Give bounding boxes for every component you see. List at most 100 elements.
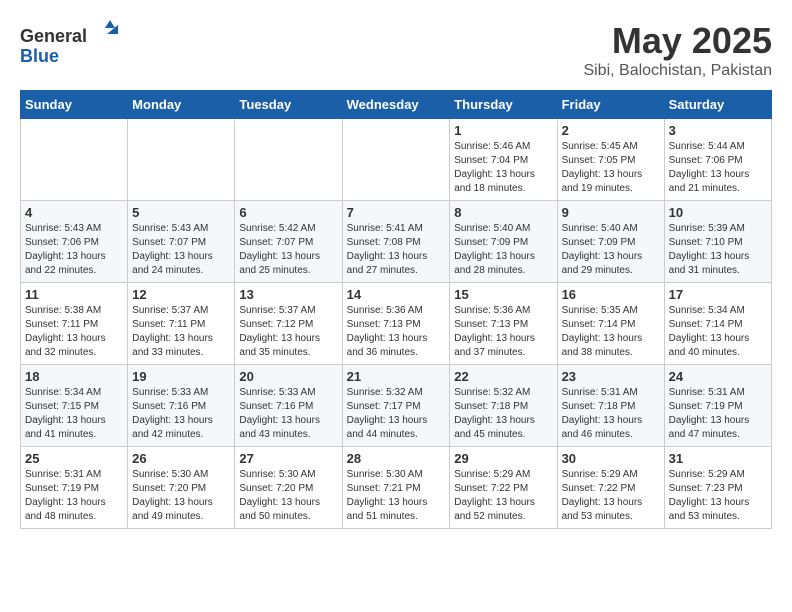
day-number: 5 <box>132 205 230 220</box>
day-number: 20 <box>239 369 337 384</box>
day-number: 23 <box>562 369 660 384</box>
calendar-cell: 14 Sunrise: 5:36 AM Sunset: 7:13 PM Dayli… <box>342 283 450 365</box>
day-info: Sunrise: 5:40 AM Sunset: 7:09 PM Dayligh… <box>562 222 660 278</box>
calendar-cell <box>128 119 235 201</box>
calendar-cell: 26 Sunrise: 5:30 AM Sunset: 7:20 PM Dayli… <box>128 447 235 529</box>
day-info: Sunrise: 5:37 AM Sunset: 7:12 PM Dayligh… <box>239 304 337 360</box>
day-number: 11 <box>25 287 123 302</box>
calendar-cell: 5Sunrise: 5:43 AM Sunset: 7:07 PM Daylig… <box>128 201 235 283</box>
logo-text: General Blue <box>20 20 140 75</box>
calendar-cell: 15 Sunrise: 5:36 AM Sunset: 7:13 PM Dayli… <box>450 283 557 365</box>
day-info: Sunrise: 5:45 AM Sunset: 7:05 PM Dayligh… <box>562 140 660 196</box>
day-info: Sunrise: 5:38 AM Sunset: 7:11 PM Dayligh… <box>25 304 123 360</box>
calendar-table: SundayMondayTuesdayWednesdayThursdayFrid… <box>20 90 772 529</box>
calendar-cell: 31 Sunrise: 5:29 AM Sunset: 7:23 PM Dayli… <box>664 447 771 529</box>
day-number: 30 <box>562 451 660 466</box>
week-row-5: 25 Sunrise: 5:31 AM Sunset: 7:19 PM Dayli… <box>21 447 772 529</box>
day-info: Sunrise: 5:32 AM Sunset: 7:18 PM Dayligh… <box>454 386 552 442</box>
day-info: Sunrise: 5:44 AM Sunset: 7:06 PM Dayligh… <box>669 140 767 196</box>
calendar-cell: 13 Sunrise: 5:37 AM Sunset: 7:12 PM Dayli… <box>235 283 342 365</box>
day-info: Sunrise: 5:29 AM Sunset: 7:22 PM Dayligh… <box>454 468 552 524</box>
calendar-cell: 19Sunrise: 5:33 AM Sunset: 7:16 PM Dayli… <box>128 365 235 447</box>
week-row-2: 4 Sunrise: 5:43 AM Sunset: 7:06 PM Daylig… <box>21 201 772 283</box>
day-info: Sunrise: 5:40 AM Sunset: 7:09 PM Dayligh… <box>454 222 552 278</box>
day-info: Sunrise: 5:42 AM Sunset: 7:07 PM Dayligh… <box>239 222 337 278</box>
day-info: Sunrise: 5:29 AM Sunset: 7:23 PM Dayligh… <box>669 468 767 524</box>
day-info: Sunrise: 5:30 AM Sunset: 7:20 PM Dayligh… <box>132 468 230 524</box>
day-info: Sunrise: 5:31 AM Sunset: 7:19 PM Dayligh… <box>25 468 123 524</box>
day-number: 15 <box>454 287 552 302</box>
day-info: Sunrise: 5:33 AM Sunset: 7:16 PM Dayligh… <box>132 386 230 442</box>
location-subtitle: Sibi, Balochistan, Pakistan <box>583 62 772 80</box>
day-number: 14 <box>347 287 446 302</box>
day-info: Sunrise: 5:29 AM Sunset: 7:22 PM Dayligh… <box>562 468 660 524</box>
day-info: Sunrise: 5:30 AM Sunset: 7:20 PM Dayligh… <box>239 468 337 524</box>
day-info: Sunrise: 5:41 AM Sunset: 7:08 PM Dayligh… <box>347 222 446 278</box>
weekday-header-tuesday: Tuesday <box>235 91 342 119</box>
day-info: Sunrise: 5:46 AM Sunset: 7:04 PM Dayligh… <box>454 140 552 196</box>
day-number: 7 <box>347 205 446 220</box>
calendar-cell: 9 Sunrise: 5:40 AM Sunset: 7:09 PM Daylig… <box>557 201 664 283</box>
day-number: 22 <box>454 369 552 384</box>
calendar-cell: 3 Sunrise: 5:44 AM Sunset: 7:06 PM Daylig… <box>664 119 771 201</box>
calendar-cell: 21Sunrise: 5:32 AM Sunset: 7:17 PM Dayli… <box>342 365 450 447</box>
day-number: 8 <box>454 205 552 220</box>
day-info: Sunrise: 5:39 AM Sunset: 7:10 PM Dayligh… <box>669 222 767 278</box>
calendar-cell: 30 Sunrise: 5:29 AM Sunset: 7:22 PM Dayli… <box>557 447 664 529</box>
month-title: May 2025 <box>583 20 772 62</box>
weekday-header-monday: Monday <box>128 91 235 119</box>
calendar-cell: 25 Sunrise: 5:31 AM Sunset: 7:19 PM Dayli… <box>21 447 128 529</box>
svg-text:Blue: Blue <box>20 46 59 66</box>
calendar-cell: 27 Sunrise: 5:30 AM Sunset: 7:20 PM Dayli… <box>235 447 342 529</box>
day-info: Sunrise: 5:30 AM Sunset: 7:21 PM Dayligh… <box>347 468 446 524</box>
day-info: Sunrise: 5:31 AM Sunset: 7:18 PM Dayligh… <box>562 386 660 442</box>
calendar-cell: 8 Sunrise: 5:40 AM Sunset: 7:09 PM Daylig… <box>450 201 557 283</box>
week-row-4: 18 Sunrise: 5:34 AM Sunset: 7:15 PM Dayli… <box>21 365 772 447</box>
weekday-header-saturday: Saturday <box>664 91 771 119</box>
calendar-cell: 7 Sunrise: 5:41 AM Sunset: 7:08 PM Daylig… <box>342 201 450 283</box>
svg-text:General: General <box>20 26 87 46</box>
day-info: Sunrise: 5:36 AM Sunset: 7:13 PM Dayligh… <box>347 304 446 360</box>
day-number: 16 <box>562 287 660 302</box>
day-number: 28 <box>347 451 446 466</box>
day-info: Sunrise: 5:31 AM Sunset: 7:19 PM Dayligh… <box>669 386 767 442</box>
calendar-cell: 4 Sunrise: 5:43 AM Sunset: 7:06 PM Daylig… <box>21 201 128 283</box>
day-number: 6 <box>239 205 337 220</box>
day-info: Sunrise: 5:34 AM Sunset: 7:14 PM Dayligh… <box>669 304 767 360</box>
day-info: Sunrise: 5:32 AM Sunset: 7:17 PM Dayligh… <box>347 386 446 442</box>
day-number: 24 <box>669 369 767 384</box>
calendar-cell: 29Sunrise: 5:29 AM Sunset: 7:22 PM Dayli… <box>450 447 557 529</box>
day-number: 2 <box>562 123 660 138</box>
day-info: Sunrise: 5:36 AM Sunset: 7:13 PM Dayligh… <box>454 304 552 360</box>
day-number: 3 <box>669 123 767 138</box>
week-row-1: 1Sunrise: 5:46 AM Sunset: 7:04 PM Daylig… <box>21 119 772 201</box>
week-row-3: 11 Sunrise: 5:38 AM Sunset: 7:11 PM Dayli… <box>21 283 772 365</box>
day-info: Sunrise: 5:43 AM Sunset: 7:06 PM Dayligh… <box>25 222 123 278</box>
calendar-cell: 12Sunrise: 5:37 AM Sunset: 7:11 PM Dayli… <box>128 283 235 365</box>
calendar-cell: 20 Sunrise: 5:33 AM Sunset: 7:16 PM Dayli… <box>235 365 342 447</box>
day-number: 4 <box>25 205 123 220</box>
calendar-cell: 17Sunrise: 5:34 AM Sunset: 7:14 PM Dayli… <box>664 283 771 365</box>
day-number: 26 <box>132 451 230 466</box>
header: General Blue May 2025 Sibi, Balochistan,… <box>20 20 772 80</box>
day-number: 9 <box>562 205 660 220</box>
day-number: 13 <box>239 287 337 302</box>
calendar-cell: 16 Sunrise: 5:35 AM Sunset: 7:14 PM Dayli… <box>557 283 664 365</box>
day-number: 27 <box>239 451 337 466</box>
weekday-header-row: SundayMondayTuesdayWednesdayThursdayFrid… <box>21 91 772 119</box>
weekday-header-wednesday: Wednesday <box>342 91 450 119</box>
calendar-cell: 28 Sunrise: 5:30 AM Sunset: 7:21 PM Dayli… <box>342 447 450 529</box>
weekday-header-friday: Friday <box>557 91 664 119</box>
day-info: Sunrise: 5:35 AM Sunset: 7:14 PM Dayligh… <box>562 304 660 360</box>
calendar-cell <box>235 119 342 201</box>
day-number: 31 <box>669 451 767 466</box>
day-info: Sunrise: 5:34 AM Sunset: 7:15 PM Dayligh… <box>25 386 123 442</box>
calendar-cell: 23 Sunrise: 5:31 AM Sunset: 7:18 PM Dayli… <box>557 365 664 447</box>
day-info: Sunrise: 5:33 AM Sunset: 7:16 PM Dayligh… <box>239 386 337 442</box>
calendar-cell: 6 Sunrise: 5:42 AM Sunset: 7:07 PM Daylig… <box>235 201 342 283</box>
title-block: May 2025 Sibi, Balochistan, Pakistan <box>583 20 772 80</box>
calendar-cell: 24 Sunrise: 5:31 AM Sunset: 7:19 PM Dayli… <box>664 365 771 447</box>
day-number: 18 <box>25 369 123 384</box>
day-number: 12 <box>132 287 230 302</box>
day-number: 25 <box>25 451 123 466</box>
